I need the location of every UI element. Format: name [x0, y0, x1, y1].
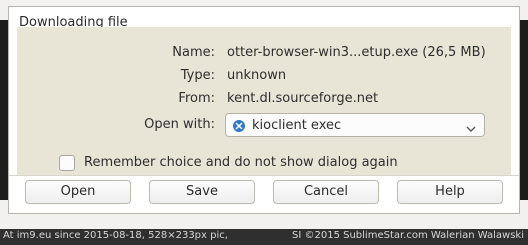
- watermark-footer: At im9.eu since 2015-08-18, 528×233px pi…: [0, 229, 528, 245]
- name-label: Name:: [172, 45, 215, 60]
- remember-choice-checkbox[interactable]: [59, 155, 75, 171]
- from-value: kent.dl.sourceforge.net: [227, 91, 379, 106]
- remember-choice-label[interactable]: Remember choice and do not show dialog a…: [84, 155, 398, 170]
- chevron-down-icon: [466, 119, 476, 132]
- open-with-label: Open with:: [144, 117, 215, 132]
- watermark-left: At im9.eu since 2015-08-18, 528×233px pi…: [3, 230, 228, 241]
- kde-app-icon: [232, 118, 246, 132]
- cancel-button[interactable]: Cancel: [273, 180, 379, 204]
- from-label: From:: [178, 91, 215, 106]
- open-button[interactable]: Open: [25, 180, 131, 204]
- name-value: otter-browser-win3...etup.exe (26,5 MB): [227, 45, 486, 60]
- open-with-select[interactable]: kioclient exec: [225, 113, 485, 137]
- save-button[interactable]: Save: [149, 180, 255, 204]
- open-with-selected-value: kioclient exec: [252, 118, 342, 133]
- help-button[interactable]: Help: [397, 180, 503, 204]
- download-dialog: Downloading file Name: otter-browser-win…: [8, 6, 520, 214]
- dialog-content: Name: otter-browser-win3...etup.exe (26,…: [17, 27, 511, 175]
- button-separator: [9, 175, 519, 176]
- type-value: unknown: [227, 68, 287, 83]
- type-label: Type:: [180, 68, 215, 83]
- watermark-right: SI ©2015 SublimeStar.com Walerian Walaws…: [292, 230, 524, 241]
